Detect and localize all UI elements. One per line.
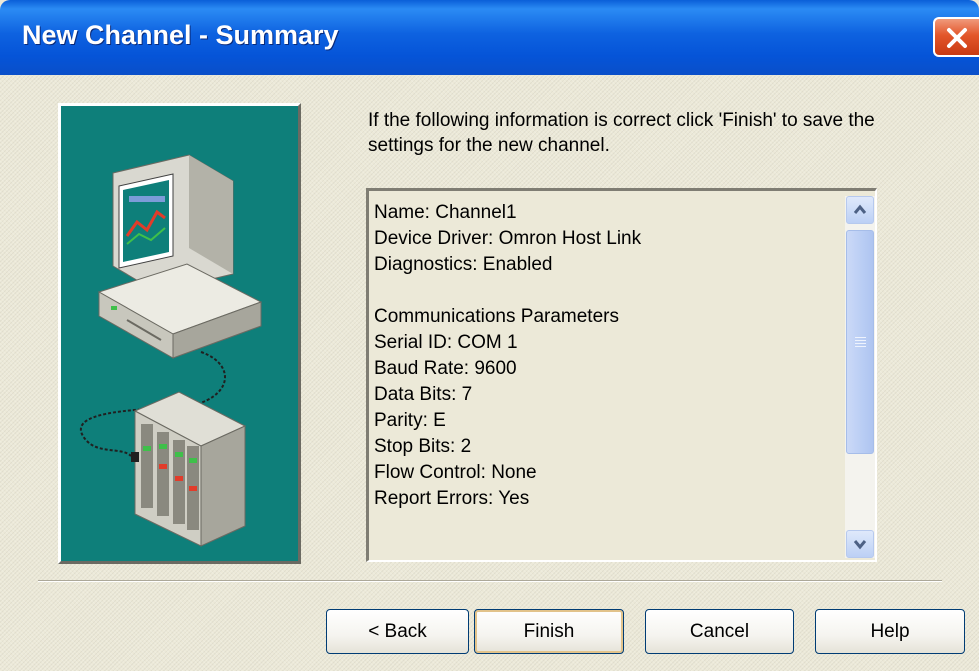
scroll-up-button[interactable] bbox=[846, 196, 874, 224]
intro-instructions: If the following information is correct … bbox=[368, 110, 875, 156]
grip-icon bbox=[855, 337, 866, 349]
back-button[interactable]: < Back bbox=[326, 609, 469, 654]
computer-plc-illustration bbox=[58, 103, 301, 564]
help-button[interactable]: Help bbox=[815, 609, 965, 654]
close-icon bbox=[947, 28, 967, 48]
summary-line: Diagnostics: Enabled bbox=[374, 254, 553, 275]
summary-line: Data Bits: 7 bbox=[374, 384, 473, 405]
scroll-thumb[interactable] bbox=[846, 230, 874, 454]
summary-line: Serial ID: COM 1 bbox=[374, 332, 518, 353]
finish-button[interactable]: Finish bbox=[474, 609, 624, 654]
summary-line: Baud Rate: 9600 bbox=[374, 358, 517, 379]
scroll-down-button[interactable] bbox=[846, 530, 874, 558]
summary-line: Report Errors: Yes bbox=[374, 488, 530, 509]
summary-line: Stop Bits: 2 bbox=[374, 436, 472, 457]
summary-line: Flow Control: None bbox=[374, 462, 537, 483]
chevron-up-icon bbox=[853, 204, 867, 214]
window-title: New Channel - Summary bbox=[22, 20, 339, 50]
close-button[interactable] bbox=[933, 17, 979, 57]
summary-line: Name: Channel1 bbox=[374, 202, 517, 223]
button-divider bbox=[38, 580, 942, 582]
title-bar[interactable]: New Channel - Summary bbox=[0, 0, 979, 75]
summary-lines: Name: Channel1 Device Driver: Omron Host… bbox=[374, 200, 844, 512]
cancel-button[interactable]: Cancel bbox=[645, 609, 794, 654]
vertical-scrollbar[interactable] bbox=[845, 196, 875, 558]
chevron-down-icon bbox=[853, 540, 867, 550]
summary-text-area[interactable]: Name: Channel1 Device Driver: Omron Host… bbox=[366, 188, 877, 562]
summary-line: Parity: E bbox=[374, 410, 446, 431]
computer-network-icon bbox=[80, 154, 263, 547]
summary-line: Communications Parameters bbox=[374, 306, 619, 327]
summary-line: Device Driver: Omron Host Link bbox=[374, 228, 642, 249]
new-channel-summary-dialog: New Channel - Summary If the following i… bbox=[0, 0, 979, 671]
summary-line bbox=[374, 278, 844, 304]
